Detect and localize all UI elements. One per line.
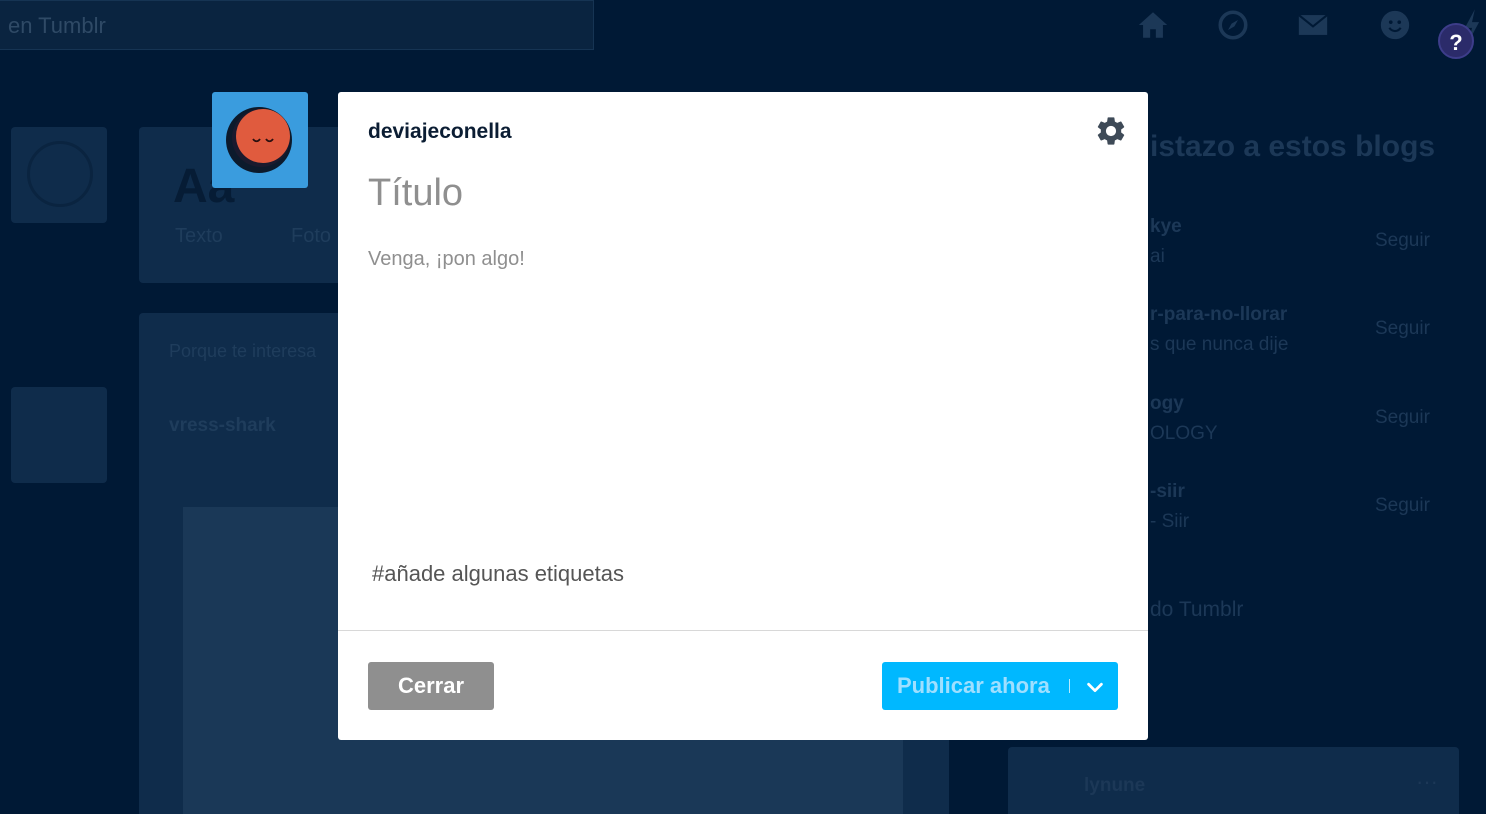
home-icon[interactable] bbox=[1136, 8, 1170, 42]
follow-button[interactable]: Seguir bbox=[1375, 230, 1430, 252]
gear-icon[interactable] bbox=[1094, 114, 1128, 148]
title-input[interactable]: Título bbox=[368, 172, 1108, 215]
rec-blog-name: kye bbox=[1150, 216, 1182, 237]
feed-blog-name[interactable]: vress-shark bbox=[169, 415, 276, 437]
rec-blog-subtitle: s que nunca dije bbox=[1150, 334, 1289, 355]
radar-blog-name[interactable]: lynune bbox=[1084, 775, 1145, 797]
post-composer-modal: deviajeconella Título Venga, ¡pon algo! … bbox=[338, 92, 1148, 740]
follow-button[interactable]: Seguir bbox=[1375, 318, 1430, 340]
body-input[interactable]: Venga, ¡pon algo! bbox=[368, 248, 1108, 271]
publish-separator bbox=[1069, 679, 1070, 693]
rec-blog-name: r-para-no-llorar bbox=[1150, 304, 1288, 325]
compass-icon[interactable] bbox=[1216, 8, 1250, 42]
recommended-blog-item[interactable]: ogy OLOGY Seguir bbox=[1150, 393, 1430, 453]
search-bar[interactable]: en Tumblr bbox=[0, 0, 594, 50]
close-button[interactable]: Cerrar bbox=[368, 662, 494, 710]
explore-more-link[interactable]: do Tumblr bbox=[1150, 598, 1243, 622]
user-avatar bbox=[212, 92, 308, 188]
smiley-icon[interactable] bbox=[1378, 8, 1412, 42]
chevron-down-icon[interactable] bbox=[1084, 676, 1106, 698]
publish-label: Publicar ahora bbox=[897, 673, 1050, 698]
post-type-text[interactable]: Texto bbox=[175, 225, 223, 248]
follow-button[interactable]: Seguir bbox=[1375, 495, 1430, 517]
rec-blog-subtitle: - Siir bbox=[1150, 511, 1190, 532]
avatar-circle bbox=[27, 141, 93, 207]
composer-blog-name[interactable]: deviajeconella bbox=[368, 120, 512, 144]
search-text: en Tumblr bbox=[8, 13, 106, 38]
radar-card: lynune ··· bbox=[1008, 747, 1459, 814]
avatar-face-icon bbox=[226, 107, 292, 173]
rec-blog-name: -siir bbox=[1150, 481, 1185, 502]
sidebar-avatar-shark[interactable] bbox=[11, 387, 107, 483]
publish-button[interactable]: Publicar ahora bbox=[882, 662, 1118, 710]
post-type-photo[interactable]: Foto bbox=[291, 225, 331, 248]
footer-divider bbox=[338, 630, 1148, 631]
more-options-icon[interactable]: ··· bbox=[1416, 769, 1438, 795]
sidebar-avatar[interactable] bbox=[11, 127, 107, 223]
tags-input[interactable]: #añade algunas etiquetas bbox=[372, 561, 1112, 587]
help-button[interactable]: ? bbox=[1438, 23, 1474, 59]
rec-blog-subtitle: OLOGY bbox=[1150, 423, 1218, 444]
rec-blog-name: ogy bbox=[1150, 393, 1184, 414]
feed-reason: Porque te interesa bbox=[169, 341, 317, 361]
rec-blog-subtitle: ai bbox=[1150, 246, 1165, 267]
recommended-title: istazo a estos blogs bbox=[1150, 130, 1436, 163]
recommended-blog-item[interactable]: kye ai Seguir bbox=[1150, 216, 1430, 276]
recommended-blog-item[interactable]: -siir - Siir Seguir bbox=[1150, 481, 1430, 541]
help-label: ? bbox=[1449, 30, 1463, 55]
recommended-blog-item[interactable]: r-para-no-llorar s que nunca dije Seguir bbox=[1150, 304, 1430, 364]
mail-icon[interactable] bbox=[1296, 8, 1330, 42]
follow-button[interactable]: Seguir bbox=[1375, 407, 1430, 429]
